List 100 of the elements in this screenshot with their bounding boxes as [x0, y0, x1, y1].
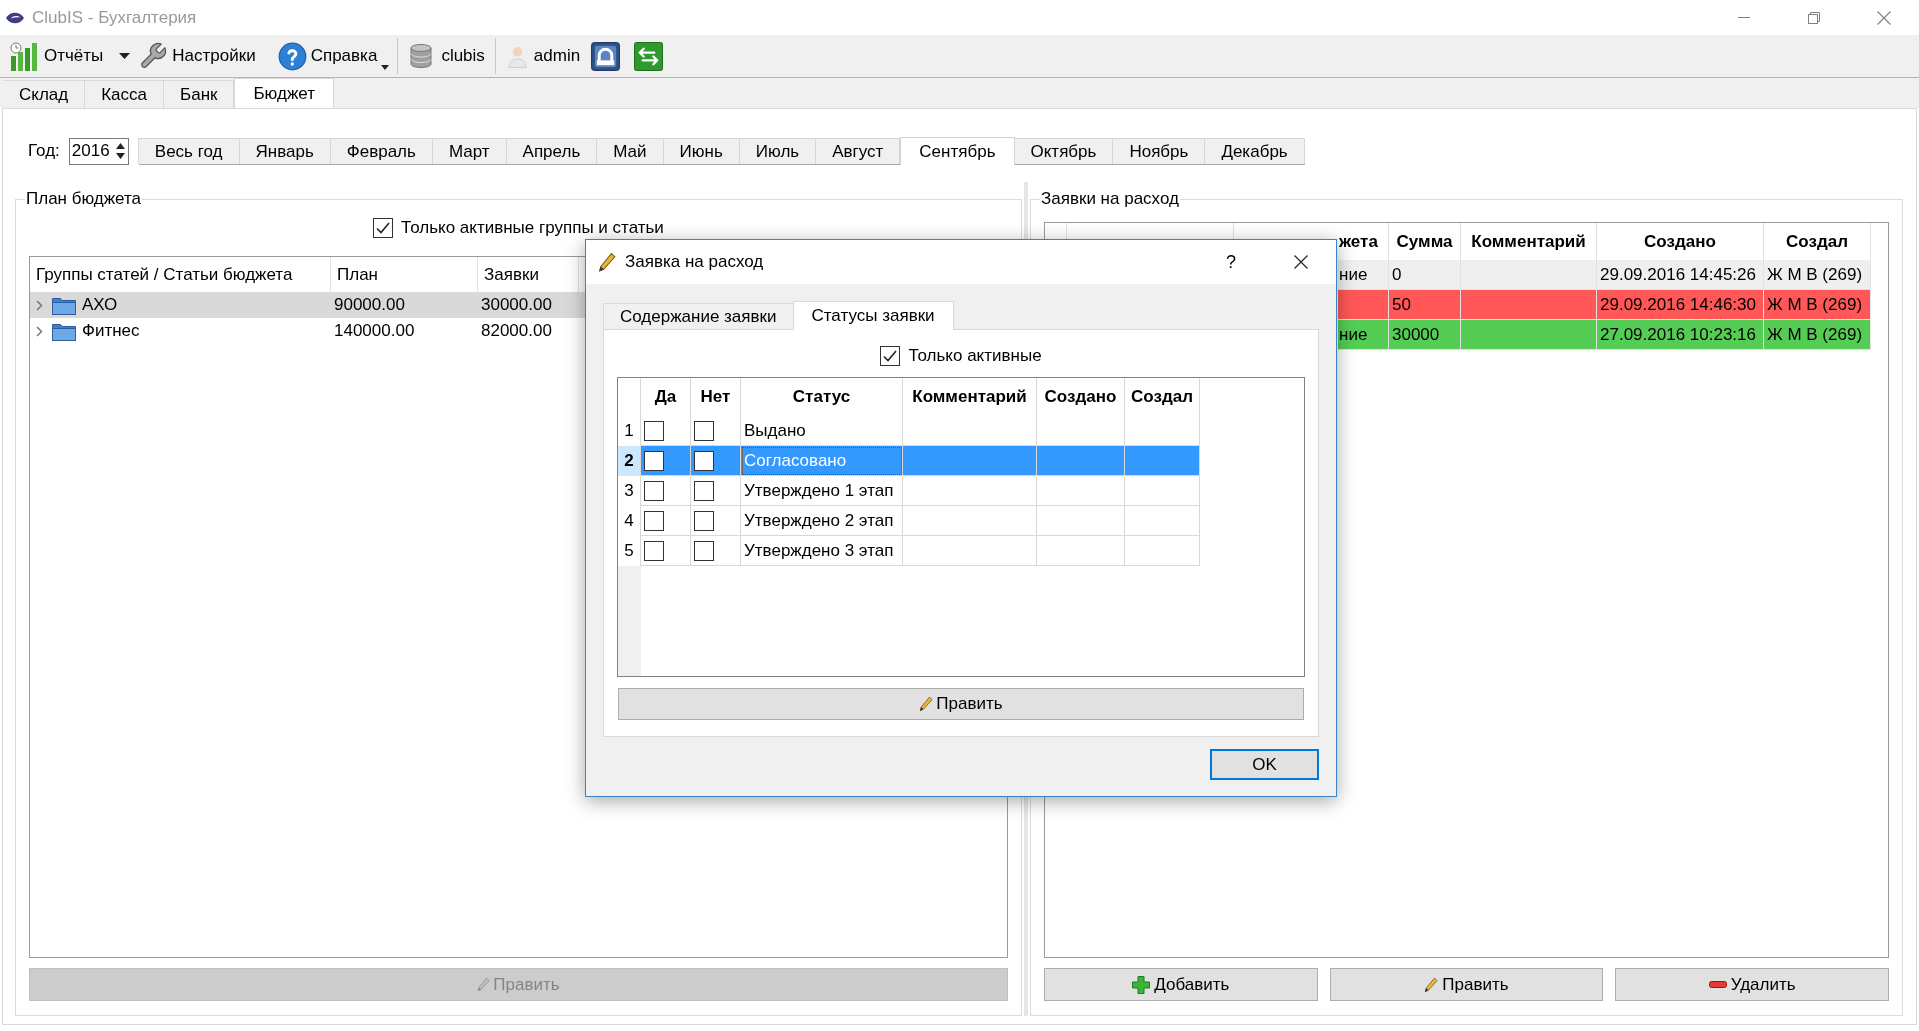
month-tab[interactable]: Декабрь — [1204, 138, 1305, 164]
chevron-right-icon[interactable] — [36, 325, 43, 337]
checkbox[interactable] — [880, 346, 901, 366]
table-cell: 30000.00 — [481, 295, 552, 315]
month-tab[interactable]: Май — [596, 138, 664, 164]
month-tab[interactable]: Июль — [738, 138, 817, 164]
restore-icon[interactable] — [1808, 11, 1820, 24]
month-tab[interactable]: Февраль — [329, 138, 433, 164]
column-header[interactable]: Создал — [1786, 228, 1848, 255]
month-tab[interactable]: Август — [815, 138, 901, 164]
checkbox[interactable] — [694, 540, 714, 561]
table-row[interactable]: Утверждено 2 этап — [641, 506, 1200, 536]
tab[interactable]: Склад — [3, 80, 86, 108]
table-cell-text: Ж М В (269) — [1767, 323, 1863, 346]
year-label: Год: — [28, 140, 60, 163]
help-button[interactable]: ? — [1226, 251, 1236, 273]
user-button[interactable]: admin — [507, 40, 581, 72]
column-header[interactable]: Создано — [1644, 228, 1716, 255]
chevron-right-icon[interactable] — [36, 299, 43, 311]
month-tab[interactable]: Март — [431, 138, 507, 164]
window-title: ClubIS - Бухгалтерия — [32, 6, 197, 29]
spin-arrows-icon[interactable] — [114, 141, 126, 161]
month-tab[interactable]: Апрель — [505, 138, 598, 164]
settings-button[interactable]: Настройки — [138, 40, 256, 72]
table-row[interactable]: Утверждено 1 этап — [641, 476, 1200, 506]
swap-arrows-icon[interactable] — [634, 41, 664, 71]
month-tab[interactable]: Весь год — [137, 138, 240, 164]
column-header[interactable]: Да — [654, 384, 677, 410]
caret-icon[interactable] — [119, 53, 131, 59]
tab[interactable]: Бюджет — [234, 78, 334, 108]
reports-button[interactable]: Отчёты — [9, 40, 104, 72]
pencil-icon — [477, 977, 491, 992]
tab[interactable]: Касса — [85, 80, 164, 108]
checkbox[interactable] — [694, 420, 714, 441]
table-cell-text: 29.09.2016 14:46:30 — [1600, 293, 1756, 316]
arch-icon[interactable] — [591, 41, 621, 71]
table-cell-text: 29.09.2016 14:45:26 — [1600, 263, 1756, 286]
minus-icon — [1708, 981, 1727, 988]
folder-icon — [52, 295, 76, 315]
table-cell-text: Утверждено 1 этап — [744, 479, 894, 502]
table-row[interactable]: Выдано — [641, 416, 1200, 446]
month-tab[interactable]: Январь — [238, 138, 331, 164]
pencil-icon — [919, 696, 934, 712]
column-header[interactable]: Заявки — [484, 261, 539, 288]
checkbox[interactable] — [373, 218, 394, 238]
month-tab[interactable]: Сентябрь — [900, 137, 1015, 165]
checkbox[interactable] — [644, 540, 664, 561]
checkbox[interactable] — [694, 450, 714, 471]
dialog-title: Заявка на расход — [625, 251, 764, 274]
column-header[interactable]: Комментарий — [1471, 228, 1586, 255]
table-row[interactable]: Утверждено 3 этап — [641, 536, 1200, 566]
month-tab[interactable]: Ноябрь — [1112, 138, 1206, 164]
checkbox[interactable] — [644, 480, 664, 501]
table-cell-text: 50 — [1392, 293, 1411, 316]
group-title: План бюджета — [25, 190, 143, 208]
checkbox-label: Только активные — [908, 345, 1042, 368]
database-button[interactable]: clubis — [410, 40, 485, 72]
tab[interactable]: Статусы заявки — [792, 301, 954, 330]
table-cell-text: 27.09.2016 10:23:16 — [1600, 323, 1756, 346]
table-cell-text: Утверждено 3 этап — [744, 539, 894, 562]
column-header[interactable]: Нет — [700, 384, 731, 410]
help-menu-button[interactable]: Справка — [277, 40, 390, 72]
table-cell: 90000.00 — [334, 295, 405, 315]
column-header[interactable]: Создано — [1044, 384, 1117, 410]
help-icon — [277, 41, 307, 71]
row-number[interactable]: 2 — [618, 446, 641, 476]
table-row[interactable]: 50 29.09.2016 14:46:30 Ж М В (269) — [1338, 290, 1871, 320]
tab[interactable]: Содержание заявки — [603, 303, 793, 329]
table-cell-text: Ж М В (269) — [1767, 263, 1863, 286]
database-icon — [410, 44, 433, 68]
column-header[interactable]: Сумма — [1396, 228, 1453, 255]
column-header[interactable]: жета — [1339, 228, 1378, 255]
column-header[interactable]: План — [337, 261, 378, 288]
table-cell-text: Ж М В (269) — [1767, 293, 1863, 316]
pencil-icon — [598, 251, 616, 273]
edit-button[interactable]: Править — [1329, 968, 1604, 1001]
table-row[interactable]: ние 30000 27.09.2016 10:23:16 Ж М В (269) — [1338, 320, 1871, 350]
month-tab[interactable]: Октябрь — [1013, 138, 1114, 164]
column-header[interactable]: Группы статей / Статьи бюджета — [36, 261, 293, 288]
ok-button[interactable]: OK — [1210, 749, 1319, 780]
edit-button[interactable]: Править — [618, 688, 1304, 720]
checkbox-label: Только активные группы и статьи — [401, 219, 664, 237]
month-tab[interactable]: Июнь — [662, 138, 740, 164]
add-button[interactable]: Добавить — [1044, 968, 1318, 1001]
column-header[interactable]: Создал — [1131, 384, 1193, 410]
checkbox[interactable] — [644, 450, 664, 471]
checkbox[interactable] — [644, 420, 664, 441]
checkbox[interactable] — [694, 510, 714, 531]
column-header[interactable]: Статус — [792, 384, 851, 410]
column-header[interactable]: Комментарий — [912, 384, 1027, 410]
tree-row[interactable]: АХО 90000.00 30000.00 — [30, 292, 585, 318]
table-cell-text: 0 — [1392, 263, 1402, 286]
close-icon[interactable] — [1294, 255, 1308, 269]
checkbox[interactable] — [694, 480, 714, 501]
table-row[interactable]: ние 0 29.09.2016 14:45:26 Ж М В (269) — [1338, 260, 1871, 290]
delete-button[interactable]: Удалить — [1615, 968, 1889, 1001]
checkbox[interactable] — [644, 510, 664, 531]
caret-icon — [381, 65, 390, 70]
tab[interactable]: Банк — [164, 80, 235, 108]
year-spinbox[interactable]: 2016 — [68, 137, 129, 165]
